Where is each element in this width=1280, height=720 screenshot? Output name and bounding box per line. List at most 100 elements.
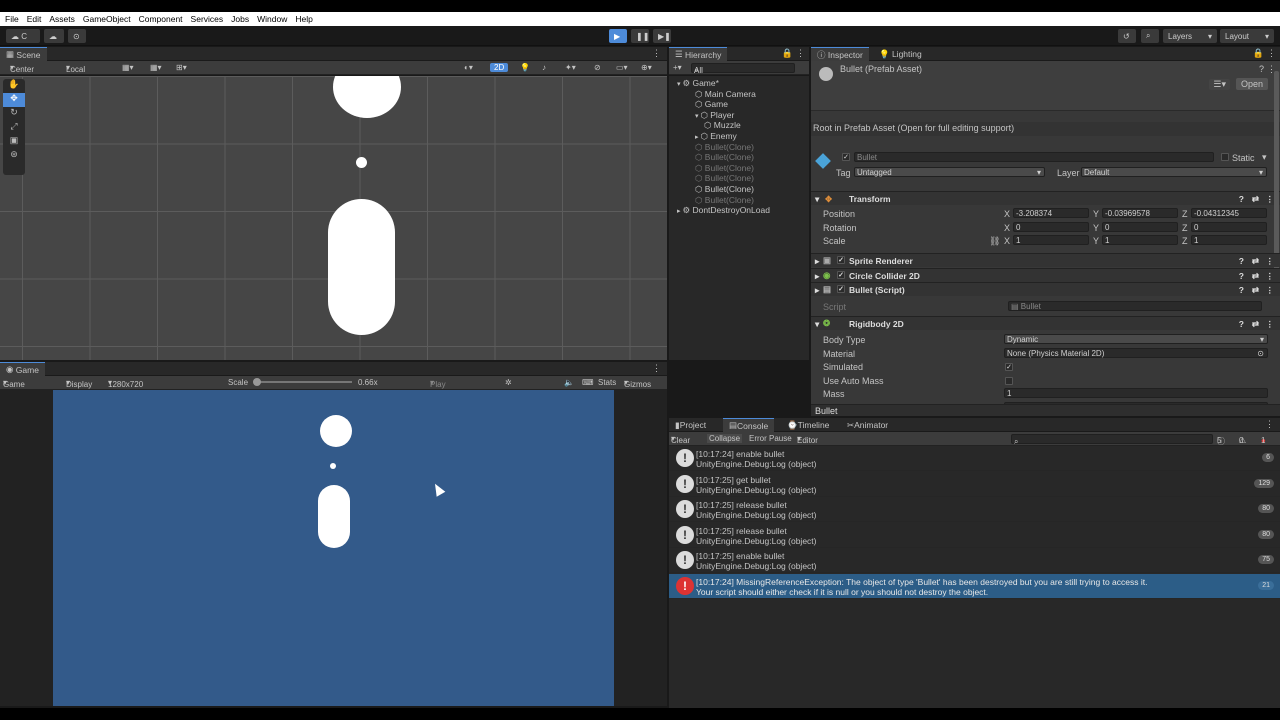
console-entry[interactable]: ! [10:17:25] release bullet UnityEngine.De… — [669, 497, 1280, 522]
hierarchy-item[interactable]: ⬡ Bullet(Clone) — [669, 152, 809, 163]
space-dropdown[interactable]: Local ▾ — [66, 63, 85, 74]
component-enabled-checkbox[interactable]: ✓ — [837, 285, 845, 293]
collab-button[interactable]: ☁ — [44, 29, 64, 43]
rigidbody-field-checkbox[interactable]: ✓ — [1005, 363, 1013, 371]
hierarchy-item[interactable]: ⬡ Game — [669, 99, 809, 110]
error-pause-toggle[interactable]: Error Pause — [749, 434, 792, 443]
help-icon[interactable]: ? — [1239, 319, 1244, 329]
hierarchy-item[interactable]: ▸ ⚙ DontDestroyOnLoad — [669, 205, 809, 216]
menu-component[interactable]: Component — [139, 14, 183, 24]
hierarchy-item[interactable]: ⬡ Bullet(Clone) — [669, 142, 809, 153]
transform-rot-x-field[interactable]: 0 — [1013, 221, 1089, 232]
name-field[interactable]: Bullet — [854, 152, 1214, 162]
component-header[interactable]: ▸ ▤ ✓ Bullet (Script)? ⇄ ⋮ — [811, 282, 1280, 296]
list-view-icon[interactable]: ☰▾ — [1209, 79, 1230, 90]
scene-view[interactable]: ✋ ✥ ↻ ⤢ ▣ ⊛ — [0, 76, 667, 360]
layout-dropdown[interactable]: Layout ▾ — [1220, 29, 1274, 43]
more-icon[interactable]: ⋮ — [796, 48, 805, 59]
more-icon[interactable]: ⋮ — [1266, 194, 1275, 205]
hand-tool-icon[interactable]: ✋ — [3, 79, 25, 93]
display-dropdown[interactable]: Display 1 ▾ — [66, 378, 92, 398]
rigidbody-field-value[interactable]: Dynamic ▾ — [1004, 334, 1268, 344]
gizmos-dropdown[interactable]: Gizmos ▾ — [624, 378, 651, 389]
active-checkbox[interactable]: ✓ — [842, 153, 850, 161]
clear-dropdown[interactable]: Clear ▾ — [671, 434, 690, 445]
tab-game[interactable]: ◉ Game — [0, 362, 45, 376]
chevron-down-icon[interactable]: ▾ — [1262, 152, 1267, 163]
preset-icon[interactable]: ⇄ — [1252, 256, 1259, 267]
tag-dropdown[interactable]: Untagged ▾ — [854, 167, 1045, 177]
menu-window[interactable]: Window — [257, 14, 287, 24]
history-button[interactable]: ↺ — [1118, 29, 1136, 43]
help-icon[interactable]: ? — [1259, 64, 1264, 74]
play-button[interactable]: ▶ — [609, 29, 627, 43]
transform-scl-x-field[interactable]: 1 — [1013, 235, 1089, 245]
step-button[interactable]: ▶❚ — [653, 29, 671, 43]
link-icon[interactable]: ⛓ — [989, 236, 1000, 247]
more-icon[interactable]: ⋮ — [1266, 285, 1275, 296]
console-entry[interactable]: ! [10:17:25] release bullet UnityEngine.De… — [669, 523, 1280, 548]
more-icon[interactable]: ⋮ — [1267, 48, 1276, 59]
hierarchy-item[interactable]: ⬡ Bullet(Clone) — [669, 173, 809, 184]
menu-assets[interactable]: Assets — [49, 14, 75, 24]
stats-button[interactable]: Stats — [598, 378, 616, 387]
tab-animator[interactable]: ✂ Animator — [841, 418, 894, 432]
game-view-dropdown[interactable]: Game ▾ — [3, 378, 25, 389]
rigidbody-field-checkbox[interactable] — [1005, 376, 1013, 385]
tab-lighting[interactable]: 💡 Lighting — [873, 47, 928, 61]
transform-scl-z-field[interactable]: 1 — [1191, 235, 1267, 245]
menu-edit[interactable]: Edit — [27, 14, 42, 24]
tab-hierarchy[interactable]: ☰ Hierarchy — [669, 47, 728, 61]
menu-help[interactable]: Help — [295, 14, 312, 24]
increment-snap-icon[interactable]: ⊞▾ — [176, 63, 187, 72]
hierarchy-item[interactable]: ▸ ⬡ Enemy — [669, 131, 809, 142]
shortcuts-icon[interactable]: ⌨ — [582, 378, 594, 387]
more-icon[interactable]: ⋮ — [1266, 319, 1275, 330]
layers-dropdown[interactable]: Layers ▾ — [1163, 29, 1217, 43]
component-enabled-checkbox[interactable]: ✓ — [837, 270, 845, 279]
transform-tool-icon[interactable]: ⊛ — [3, 149, 25, 163]
console-entry[interactable]: ! [10:17:24] MissingReferenceException: T… — [669, 573, 1280, 599]
scale-slider-handle[interactable] — [253, 378, 261, 386]
object-picker-icon[interactable]: ⊙ — [1257, 349, 1264, 358]
lighting-icon[interactable]: 💡 — [520, 63, 530, 72]
camera-icon[interactable]: ▭▾ — [616, 63, 628, 72]
hierarchy-item[interactable]: ⬡ Muzzle — [669, 120, 809, 131]
rigidbody-field-value[interactable]: 1 — [1004, 388, 1268, 398]
game-view[interactable] — [53, 390, 614, 706]
editor-dropdown[interactable]: Editor ▾ — [797, 434, 818, 445]
hierarchy-item[interactable]: ⬡ Bullet(Clone) — [669, 195, 809, 206]
menu-jobs[interactable]: Jobs — [231, 14, 249, 24]
transform-pos-z-field[interactable]: -0.04312345 — [1191, 208, 1267, 218]
hierarchy-search-input[interactable]: ⌕ All — [691, 63, 795, 75]
pause-button[interactable]: ❚❚ — [631, 29, 649, 43]
tab-scene[interactable]: ▦ Scene — [0, 47, 47, 61]
transform-rot-z-field[interactable]: 0 — [1191, 221, 1267, 232]
component-enabled-checkbox[interactable]: ✓ — [837, 256, 845, 264]
rigidbody-field-value[interactable]: None (Physics Material 2D) ⊙ — [1004, 347, 1268, 358]
hidden-icon[interactable]: ⊘ — [594, 63, 601, 72]
transform-header[interactable]: ▾ ✥ Transform ? ⇄ ⋮ — [811, 191, 1280, 205]
rotate-tool-icon[interactable]: ↻ — [3, 107, 25, 121]
console-search-input[interactable]: ⌕ — [1011, 434, 1213, 446]
help-icon[interactable]: ? — [1239, 271, 1244, 281]
more-icon[interactable]: ⋮ — [1265, 419, 1274, 430]
tab-timeline[interactable]: ⌚ Timeline — [781, 418, 835, 432]
transform-scl-y-field[interactable]: 1 — [1102, 235, 1178, 245]
tab-inspector[interactable]: ⓘ Inspector — [811, 47, 869, 61]
preset-icon[interactable]: ⇄ — [1252, 319, 1259, 330]
transform-rot-y-field[interactable]: 0 — [1102, 221, 1178, 232]
services-button[interactable]: ⊙ — [68, 29, 86, 43]
help-icon[interactable]: ? — [1239, 285, 1244, 295]
rigidbody-header[interactable]: ▾ ❂ Rigidbody 2D ? ⇄ ⋮ — [811, 316, 1280, 330]
hierarchy-item[interactable]: ▾ ⚙ Game* — [669, 78, 809, 89]
gizmos-icon[interactable]: ⊕▾ — [641, 63, 652, 72]
account-button[interactable]: ☁ C — [6, 29, 40, 43]
scene-enemy-sprite[interactable] — [328, 199, 395, 335]
more-icon[interactable]: ⋮ — [652, 48, 661, 59]
hierarchy-item[interactable]: ⬡ Main Camera — [669, 89, 809, 100]
preset-icon[interactable]: ⇄ — [1252, 271, 1259, 282]
component-header[interactable]: ▸ ◉ ✓ Circle Collider 2D? ⇄ ⋮ — [811, 267, 1280, 282]
hierarchy-item[interactable]: ⬡ Bullet(Clone) — [669, 163, 809, 174]
bug-icon[interactable]: ✲ — [505, 378, 512, 387]
